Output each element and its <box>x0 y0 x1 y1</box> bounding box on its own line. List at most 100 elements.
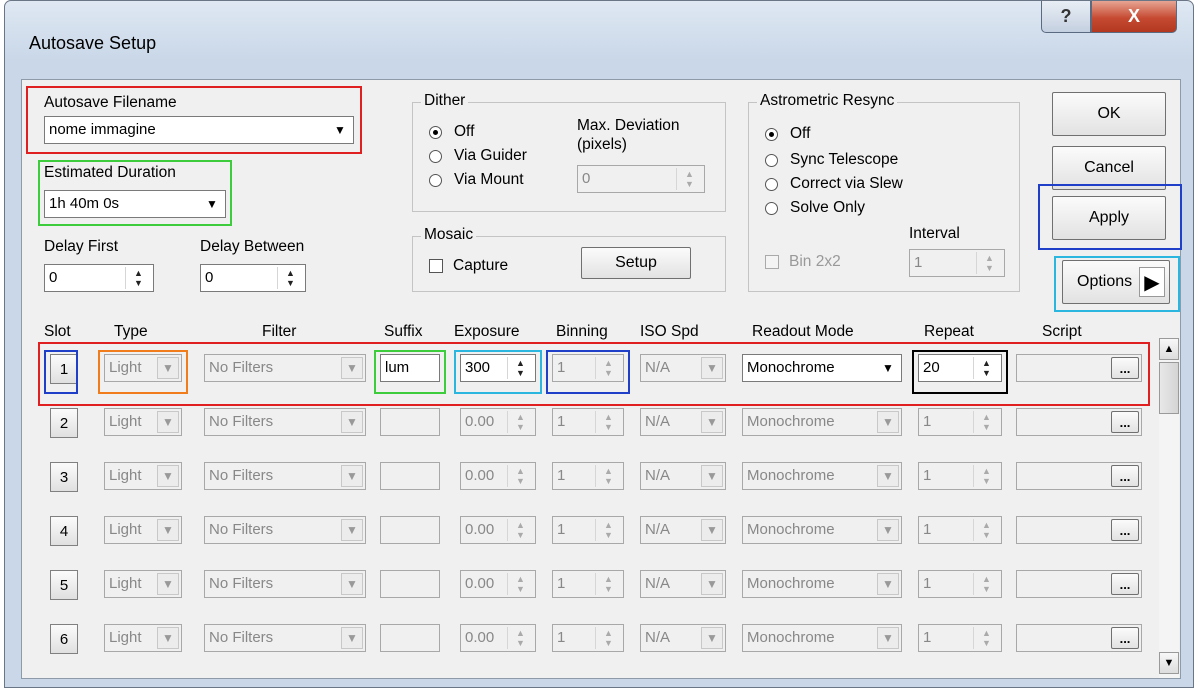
chevron-down-icon[interactable]: ▼ <box>157 519 179 541</box>
type-combo[interactable]: Light ▼ <box>104 516 182 544</box>
suffix-field[interactable] <box>380 570 440 598</box>
binning-spinner[interactable]: 1 ▲ ▼ <box>552 354 624 382</box>
exposure-spinner[interactable]: 0.00 ▲ ▼ <box>460 570 536 598</box>
close-button[interactable]: X <box>1091 1 1177 33</box>
spinner-arrows-icon[interactable]: ▲ ▼ <box>507 573 533 595</box>
delay-between-spinner[interactable]: 0 ▲ ▼ <box>200 264 306 292</box>
chevron-down-icon[interactable]: ▼ <box>201 193 223 215</box>
filter-combo[interactable]: No Filters ▼ <box>204 570 366 598</box>
iso-combo[interactable]: N/A ▼ <box>640 570 726 598</box>
chevron-down-icon[interactable]: ▼ <box>157 465 179 487</box>
iso-combo[interactable]: N/A ▼ <box>640 408 726 436</box>
readout-mode-combo[interactable]: Monochrome ▼ <box>742 624 902 652</box>
bin-2x2-checkbox[interactable]: Bin 2x2 <box>765 253 841 271</box>
exposure-spinner[interactable]: 0.00 ▲ ▼ <box>460 408 536 436</box>
exposure-spinner[interactable]: 0.00 ▲ ▼ <box>460 516 536 544</box>
exposure-spinner[interactable]: 300 ▲ ▼ <box>460 354 536 382</box>
spinner-arrows-icon[interactable]: ▲ ▼ <box>595 627 621 649</box>
spinner-arrows-icon[interactable]: ▲ ▼ <box>595 411 621 433</box>
max-deviation-spinner[interactable]: 0 ▲ ▼ <box>577 165 705 193</box>
filter-combo[interactable]: No Filters ▼ <box>204 624 366 652</box>
readout-mode-combo[interactable]: Monochrome ▼ <box>742 462 902 490</box>
dither-off-radio[interactable]: Off <box>429 123 474 141</box>
resync-solve-only-radio[interactable]: Solve Only <box>765 199 865 217</box>
iso-combo[interactable]: N/A ▼ <box>640 624 726 652</box>
scroll-up-icon[interactable]: ▲ <box>1159 338 1179 360</box>
chevron-down-icon[interactable]: ▼ <box>701 411 723 433</box>
chevron-down-icon[interactable]: ▼ <box>157 357 179 379</box>
readout-mode-combo[interactable]: Monochrome ▼ <box>742 408 902 436</box>
slot-button[interactable]: 1 <box>50 354 78 384</box>
spinner-arrows-icon[interactable]: ▲ ▼ <box>507 519 533 541</box>
script-field[interactable]: ... <box>1016 354 1142 382</box>
binning-spinner[interactable]: 1 ▲ ▼ <box>552 408 624 436</box>
type-combo[interactable]: Light ▼ <box>104 408 182 436</box>
slot-button[interactable]: 3 <box>50 462 78 492</box>
spinner-arrows-icon[interactable]: ▲ ▼ <box>507 627 533 649</box>
resync-sync-telescope-radio[interactable]: Sync Telescope <box>765 151 898 169</box>
spinner-arrows-icon[interactable]: ▲ ▼ <box>595 465 621 487</box>
delay-first-spinner[interactable]: 0 ▲ ▼ <box>44 264 154 292</box>
binning-spinner[interactable]: 1 ▲ ▼ <box>552 570 624 598</box>
filter-combo[interactable]: No Filters ▼ <box>204 516 366 544</box>
slot-button[interactable]: 2 <box>50 408 78 438</box>
chevron-down-icon[interactable]: ▼ <box>341 519 363 541</box>
chevron-down-icon[interactable]: ▼ <box>877 627 899 649</box>
script-field[interactable]: ... <box>1016 516 1142 544</box>
chevron-down-icon[interactable]: ▼ <box>157 627 179 649</box>
chevron-down-icon[interactable]: ▼ <box>341 627 363 649</box>
spinner-arrows-icon[interactable]: ▲ ▼ <box>507 411 533 433</box>
exposure-spinner[interactable]: 0.00 ▲ ▼ <box>460 462 536 490</box>
script-field[interactable]: ... <box>1016 624 1142 652</box>
chevron-down-icon[interactable]: ▼ <box>877 519 899 541</box>
iso-combo[interactable]: N/A ▼ <box>640 516 726 544</box>
spinner-arrows-icon[interactable]: ▲ ▼ <box>973 519 999 541</box>
filter-combo[interactable]: No Filters ▼ <box>204 462 366 490</box>
readout-mode-combo[interactable]: Monochrome ▼ <box>742 516 902 544</box>
chevron-down-icon[interactable]: ▼ <box>341 465 363 487</box>
chevron-down-icon[interactable]: ▼ <box>877 465 899 487</box>
slot-button[interactable]: 5 <box>50 570 78 600</box>
iso-combo[interactable]: N/A ▼ <box>640 354 726 382</box>
chevron-down-icon[interactable]: ▼ <box>701 627 723 649</box>
binning-spinner[interactable]: 1 ▲ ▼ <box>552 516 624 544</box>
chevron-down-icon[interactable]: ▼ <box>157 411 179 433</box>
readout-mode-combo[interactable]: Monochrome ▼ <box>742 354 902 382</box>
exposure-spinner[interactable]: 0.00 ▲ ▼ <box>460 624 536 652</box>
scroll-thumb[interactable] <box>1159 362 1179 414</box>
spinner-arrows-icon[interactable]: ▲ ▼ <box>125 267 151 289</box>
spinner-arrows-icon[interactable]: ▲ ▼ <box>973 357 999 379</box>
autosave-filename-combo[interactable]: nome immagine ▼ <box>44 116 354 144</box>
chevron-down-icon[interactable]: ▼ <box>341 357 363 379</box>
spinner-arrows-icon[interactable]: ▲ ▼ <box>676 168 702 190</box>
spinner-arrows-icon[interactable]: ▲ ▼ <box>595 519 621 541</box>
spinner-arrows-icon[interactable]: ▲ ▼ <box>277 267 303 289</box>
apply-button[interactable]: Apply <box>1052 196 1166 240</box>
spinner-arrows-icon[interactable]: ▲ ▼ <box>973 465 999 487</box>
filter-combo[interactable]: No Filters ▼ <box>204 354 366 382</box>
spinner-arrows-icon[interactable]: ▲ ▼ <box>507 465 533 487</box>
repeat-spinner[interactable]: 1 ▲ ▼ <box>918 462 1002 490</box>
suffix-field[interactable] <box>380 462 440 490</box>
type-combo[interactable]: Light ▼ <box>104 354 182 382</box>
chevron-down-icon[interactable]: ▼ <box>157 573 179 595</box>
script-field[interactable]: ... <box>1016 570 1142 598</box>
script-browse-button[interactable]: ... <box>1111 627 1139 649</box>
mosaic-setup-button[interactable]: Setup <box>581 247 691 279</box>
chevron-down-icon[interactable]: ▼ <box>341 411 363 433</box>
script-field[interactable]: ... <box>1016 408 1142 436</box>
chevron-down-icon[interactable]: ▼ <box>877 357 899 379</box>
cancel-button[interactable]: Cancel <box>1052 146 1166 190</box>
script-browse-button[interactable]: ... <box>1111 573 1139 595</box>
spinner-arrows-icon[interactable]: ▲ ▼ <box>507 357 533 379</box>
dither-via-mount-radio[interactable]: Via Mount <box>429 171 524 189</box>
type-combo[interactable]: Light ▼ <box>104 570 182 598</box>
chevron-down-icon[interactable]: ▼ <box>877 411 899 433</box>
chevron-down-icon[interactable]: ▼ <box>701 519 723 541</box>
script-browse-button[interactable]: ... <box>1111 357 1139 379</box>
resync-correct-via-slew-radio[interactable]: Correct via Slew <box>765 175 903 193</box>
help-button[interactable]: ? <box>1041 1 1091 33</box>
chevron-down-icon[interactable]: ▼ <box>877 573 899 595</box>
interval-spinner[interactable]: 1 ▲ ▼ <box>909 249 1005 277</box>
type-combo[interactable]: Light ▼ <box>104 624 182 652</box>
